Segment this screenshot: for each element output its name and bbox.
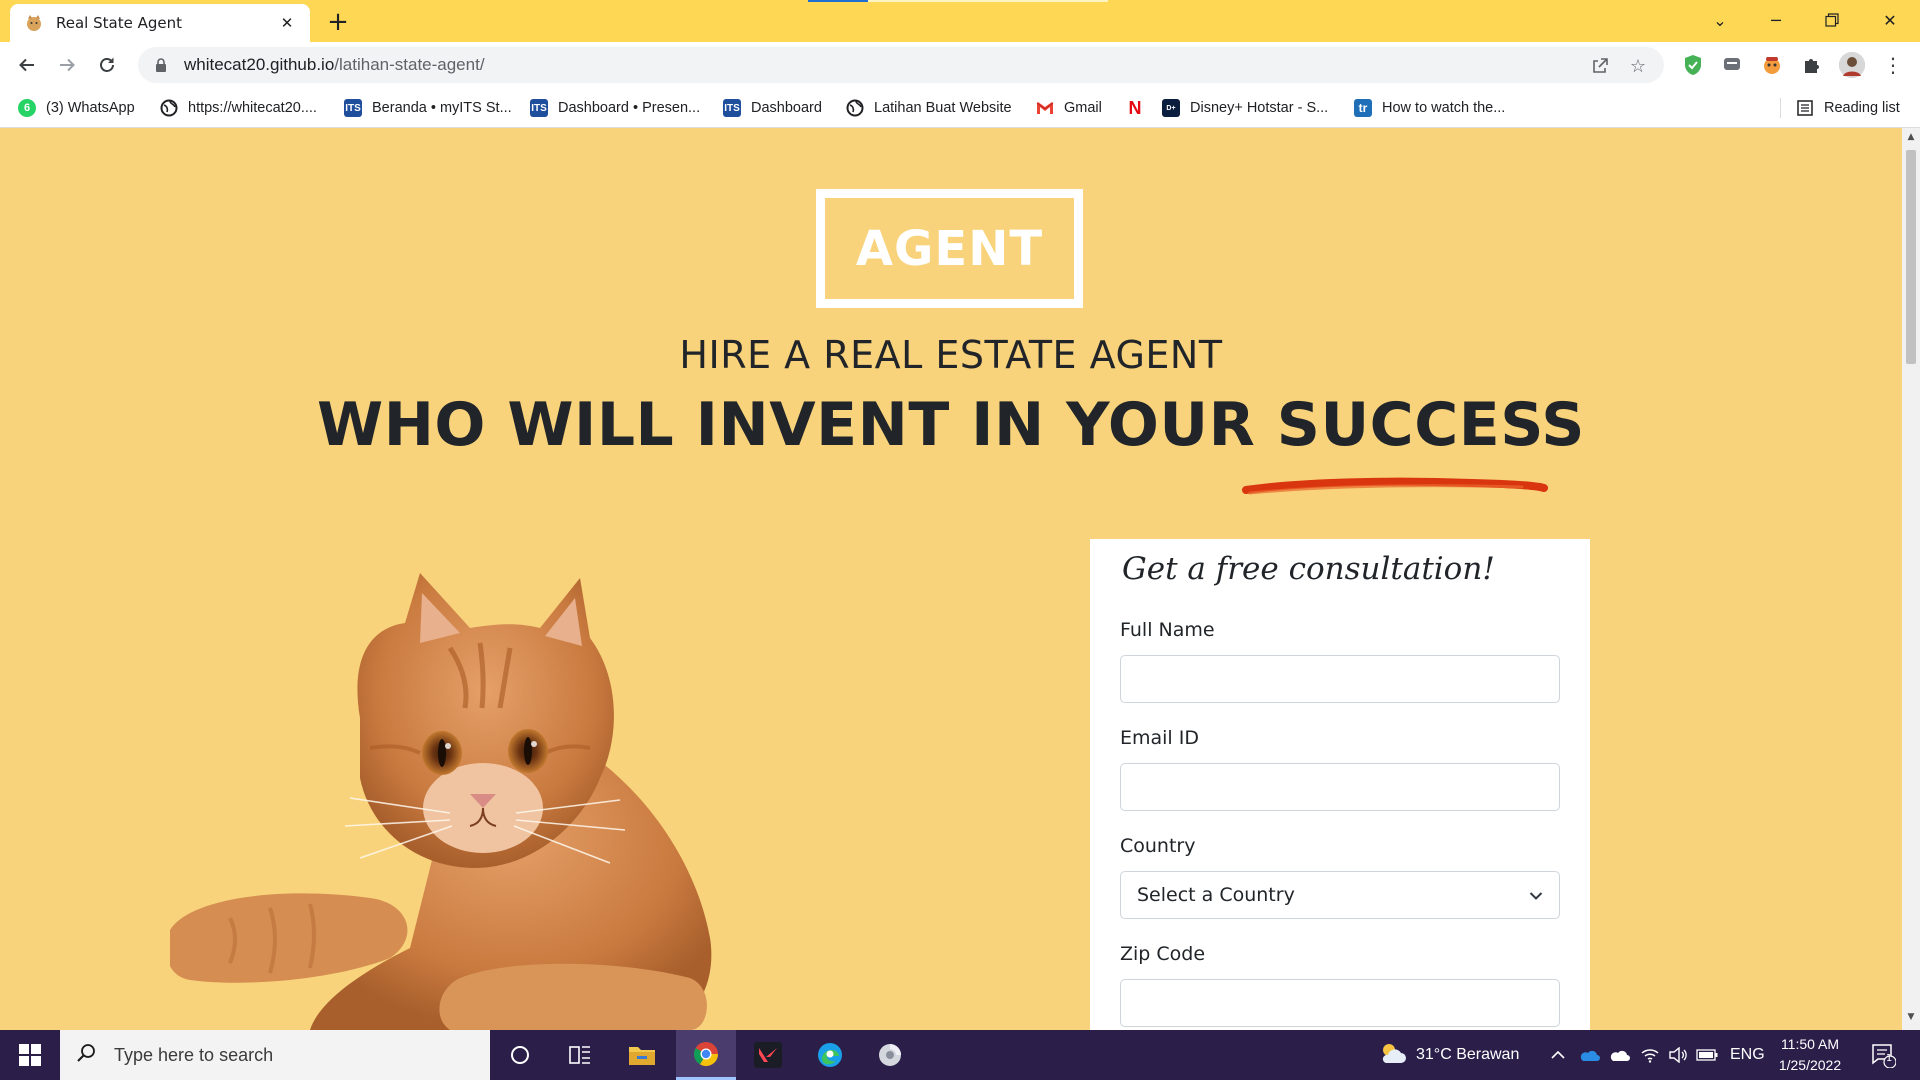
- close-tab-icon[interactable]: ✕: [276, 12, 298, 34]
- bookmark-whitecat[interactable]: https://whitecat20....: [160, 96, 317, 120]
- disc-app-icon[interactable]: [860, 1030, 920, 1080]
- scroll-down-icon[interactable]: ▼: [1902, 1012, 1920, 1026]
- reading-list-button[interactable]: Reading list: [1796, 96, 1900, 120]
- partly-cloudy-icon: [1378, 1041, 1406, 1070]
- bookmark-star-icon[interactable]: ☆: [1626, 54, 1650, 78]
- scroll-up-icon[interactable]: ▲: [1902, 132, 1920, 146]
- share-icon[interactable]: [1588, 54, 1612, 78]
- web-page: AGENT HIRE A REAL ESTATE AGENT WHO WILL …: [0, 128, 1902, 1030]
- adguard-extension-icon[interactable]: [1680, 52, 1706, 78]
- browser-toolbar: whitecat20.github.io/latihan-state-agent…: [0, 42, 1920, 88]
- its-icon: ITS: [723, 99, 741, 117]
- file-explorer-icon[interactable]: [612, 1030, 672, 1080]
- wifi-icon[interactable]: [1640, 1030, 1660, 1080]
- bookmark-divider: [1780, 98, 1781, 118]
- full-name-label: Full Name: [1120, 619, 1215, 641]
- weather-widget[interactable]: 31°C Berawan: [1378, 1030, 1519, 1080]
- its-icon: ITS: [530, 99, 548, 117]
- loading-indicator: [808, 0, 1108, 2]
- restore-icon[interactable]: [1812, 4, 1852, 36]
- profile-avatar[interactable]: [1839, 52, 1865, 78]
- bookmark-gmail[interactable]: Gmail: [1036, 96, 1102, 120]
- cortana-icon[interactable]: [490, 1030, 550, 1080]
- address-bar[interactable]: whitecat20.github.io/latihan-state-agent…: [138, 47, 1664, 83]
- clock-time: 11:50 AM: [1780, 1036, 1840, 1052]
- logo-text: AGENT: [855, 220, 1044, 277]
- reload-icon[interactable]: [92, 50, 122, 80]
- globe-icon: [160, 99, 178, 117]
- extensions-puzzle-icon[interactable]: [1799, 52, 1825, 78]
- bookmark-dashboard[interactable]: ITS Dashboard: [723, 96, 822, 120]
- country-label: Country: [1120, 835, 1196, 857]
- form-title: Get a free consultation!: [1122, 551, 1495, 587]
- task-view-icon[interactable]: [550, 1030, 610, 1080]
- tab-bar: Real State Agent ✕ + ⌄ ─ ✕: [0, 0, 1920, 42]
- taskbar-search-box[interactable]: Type here to search: [60, 1030, 490, 1080]
- bookmark-latihan[interactable]: Latihan Buat Website: [846, 96, 1012, 120]
- forward-icon[interactable]: [52, 50, 82, 80]
- scroll-thumb[interactable]: [1906, 150, 1916, 364]
- browser-menu-icon[interactable]: ⋮: [1880, 52, 1906, 78]
- bookmark-hotstar[interactable]: D+ Disney+ Hotstar - S...: [1162, 96, 1328, 120]
- tab-search-icon[interactable]: ⌄: [1700, 4, 1740, 36]
- email-input[interactable]: [1120, 763, 1560, 811]
- zip-code-label: Zip Code: [1120, 943, 1206, 965]
- onedrive-icon[interactable]: [1578, 1030, 1600, 1080]
- windows-taskbar: Type here to search 31°C Berawan ENG 11:…: [0, 1030, 1920, 1080]
- globe-icon: [846, 99, 864, 117]
- reading-list-icon: [1796, 99, 1814, 117]
- search-placeholder: Type here to search: [114, 1044, 274, 1065]
- lock-icon[interactable]: [154, 57, 168, 73]
- new-tab-icon[interactable]: +: [324, 7, 352, 37]
- windows-start-icon[interactable]: [0, 1030, 60, 1080]
- cloud-icon[interactable]: [1608, 1030, 1630, 1080]
- bookmarks-bar: 6 (3) WhatsApp https://whitecat20.... IT…: [0, 88, 1920, 128]
- agent-logo[interactable]: AGENT: [816, 189, 1083, 308]
- chat-extension-icon[interactable]: [1719, 52, 1745, 78]
- bookmark-how-to-watch[interactable]: tr How to watch the...: [1354, 96, 1505, 120]
- country-select[interactable]: Select a Country: [1120, 871, 1560, 919]
- volume-icon[interactable]: [1668, 1030, 1688, 1080]
- notification-center-icon[interactable]: 1: [1868, 1040, 1898, 1070]
- its-icon: ITS: [344, 99, 362, 117]
- orange-cat-image: [170, 573, 712, 1030]
- gmail-icon: [1036, 99, 1054, 117]
- tr-icon: tr: [1354, 99, 1372, 117]
- close-window-icon[interactable]: ✕: [1870, 4, 1910, 36]
- full-name-input[interactable]: [1120, 655, 1560, 703]
- minimize-icon[interactable]: ─: [1756, 4, 1796, 36]
- search-icon: [76, 1043, 100, 1068]
- back-icon[interactable]: [12, 50, 42, 80]
- system-clock[interactable]: 11:50 AM 1/25/2022: [1760, 1034, 1860, 1076]
- bookmark-beranda[interactable]: ITS Beranda • myITS St...: [344, 96, 512, 120]
- hotstar-icon: D+: [1162, 99, 1180, 117]
- page-subtitle: HIRE A REAL ESTATE AGENT: [679, 333, 1223, 377]
- browser-tab[interactable]: Real State Agent ✕: [10, 4, 310, 42]
- valorant-icon[interactable]: [738, 1030, 798, 1080]
- chevron-down-icon: [1529, 886, 1543, 905]
- chrome-taskbar-icon[interactable]: [676, 1030, 736, 1080]
- page-scrollbar[interactable]: ▲ ▼: [1902, 128, 1920, 1030]
- country-select-value: Select a Country: [1137, 884, 1295, 906]
- bookmark-netflix[interactable]: N: [1126, 96, 1154, 120]
- notification-count: 1: [1885, 1053, 1893, 1064]
- battery-icon[interactable]: [1696, 1030, 1718, 1080]
- show-hidden-icons-icon[interactable]: [1550, 1030, 1566, 1080]
- edge-icon[interactable]: [800, 1030, 860, 1080]
- url-text: whitecat20.github.io/latihan-state-agent…: [184, 55, 485, 74]
- page-title: WHO WILL INVENT IN YOUR SUCCESS: [317, 390, 1585, 460]
- tab-title: Real State Agent: [56, 14, 182, 32]
- whatsapp-icon: 6: [18, 99, 36, 117]
- bookmark-dashboard-presensi[interactable]: ITS Dashboard • Presen...: [530, 96, 700, 120]
- email-label: Email ID: [1120, 727, 1199, 749]
- netflix-icon: N: [1128, 97, 1142, 118]
- brush-underline-graphic: [1242, 477, 1548, 495]
- weather-text: 31°C Berawan: [1416, 1046, 1520, 1063]
- clock-date: 1/25/2022: [1778, 1057, 1842, 1073]
- bookmark-whatsapp[interactable]: 6 (3) WhatsApp: [18, 96, 135, 120]
- honey-extension-icon[interactable]: [1759, 52, 1785, 78]
- doge-favicon-icon: [24, 13, 44, 33]
- zip-code-input[interactable]: [1120, 979, 1560, 1027]
- consultation-form: Get a free consultation! Full Name Email…: [1090, 539, 1590, 1030]
